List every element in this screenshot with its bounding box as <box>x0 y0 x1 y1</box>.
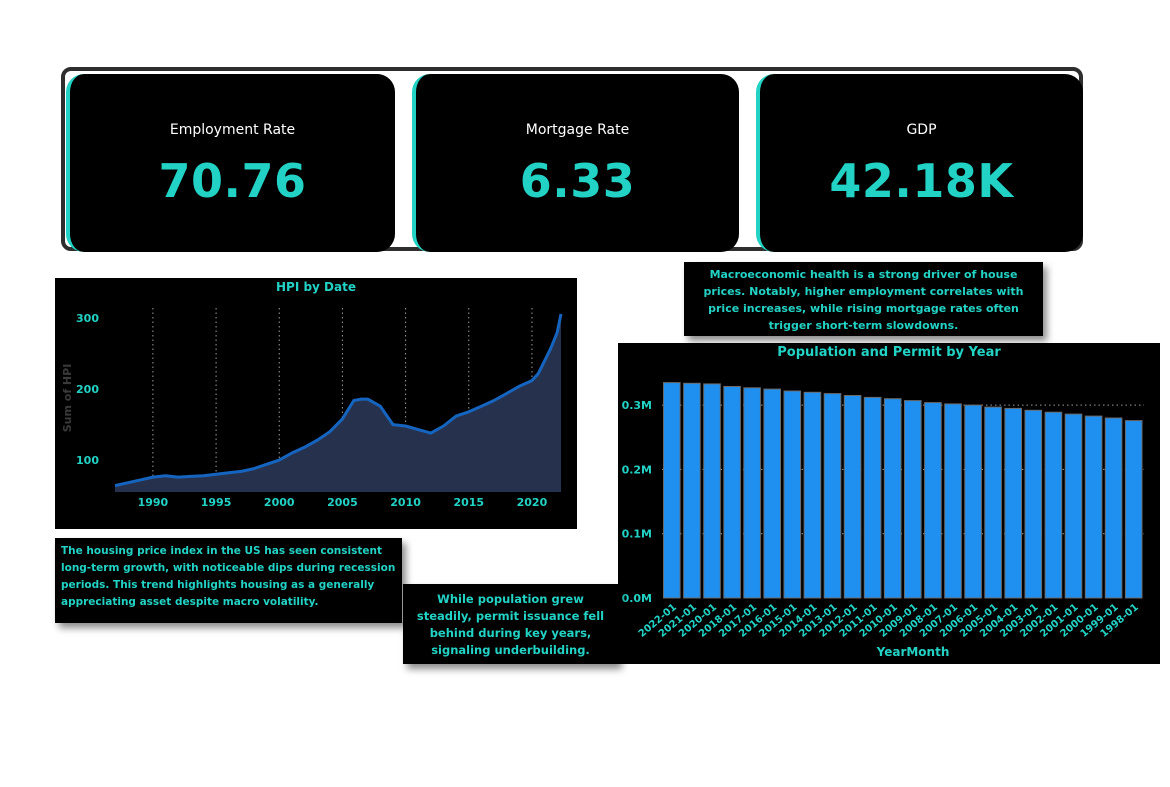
macro-note: Macroeconomic health is a strong driver … <box>684 262 1043 336</box>
y-tick-label: 200 <box>76 383 99 396</box>
y-tick-label: 100 <box>76 454 99 467</box>
x-tick-label: 1995 <box>201 496 232 509</box>
bar <box>763 388 781 599</box>
population-bar-chart: 0.0M0.1M0.2M0.3M2022-012021-012020-01201… <box>622 382 1144 659</box>
hpi-area-chart: 1990 1995 2000 2005 2010 2015 2020 100 200 300 Sum… <box>61 308 563 509</box>
bar <box>783 390 802 599</box>
x-axis-label: YearMonth <box>876 645 950 659</box>
bar <box>703 383 721 599</box>
kpi-card-mortgage-rate[interactable]: Mortgage Rate 6.33 <box>412 74 739 252</box>
kpi-card-employment-rate[interactable]: Employment Rate 70.76 <box>66 74 395 252</box>
y-tick-label: 0.2M <box>622 463 652 476</box>
x-tick-label: 2005 <box>327 496 358 509</box>
hpi-chart-panel[interactable]: HPI by Date 1990 1995 2000 2005 2010 2015 2020… <box>55 278 577 529</box>
bar <box>944 403 962 599</box>
population-permit-chart-panel[interactable]: Population and Permit by Year 0.0M 0.1M 0.… <box>618 343 1160 664</box>
bar <box>723 386 741 599</box>
kpi-card-gdp[interactable]: GDP 42.18K <box>756 74 1083 252</box>
bar <box>1024 409 1043 599</box>
kpi-strip: Employment Rate 70.76 Mortgage Rate 6.33… <box>61 67 1083 252</box>
y-tick-label: 0.0M <box>622 592 652 605</box>
x-tick-label: 2020 <box>517 496 548 509</box>
x-tick-label: 2015 <box>453 496 484 509</box>
bar <box>1104 417 1123 599</box>
bar <box>924 402 942 599</box>
bar <box>863 396 882 599</box>
bar <box>743 387 761 599</box>
kpi-value: 70.76 <box>158 154 307 208</box>
bar <box>663 382 681 599</box>
bar <box>843 395 862 599</box>
hpi-note: The housing price index in the US has se… <box>55 538 402 623</box>
kpi-label: Employment Rate <box>169 122 296 138</box>
population-note: While population grew steadily, permit i… <box>403 584 618 664</box>
bar <box>984 406 1002 599</box>
y-tick-label: 0.3M <box>622 399 652 412</box>
y-tick-label: 0.1M <box>622 528 652 541</box>
kpi-label: Mortgage Rate <box>525 122 630 138</box>
bar <box>904 400 922 599</box>
bar <box>803 391 822 599</box>
bar <box>823 393 842 599</box>
kpi-label: GDP <box>906 122 937 138</box>
y-axis-label: Sum of HPI <box>61 364 74 433</box>
kpi-value: 42.18K <box>829 154 1014 208</box>
bar <box>1004 407 1022 599</box>
x-tick-label: 2010 <box>390 496 421 509</box>
bar <box>1084 415 1103 599</box>
hpi-area <box>115 313 561 492</box>
bar <box>1044 411 1063 599</box>
bar <box>1124 420 1143 599</box>
bar <box>883 398 902 599</box>
kpi-value: 6.33 <box>519 154 636 208</box>
x-tick-label: 2000 <box>264 496 295 509</box>
y-tick-label: 300 <box>76 312 99 325</box>
x-tick-label: 1990 <box>138 496 169 509</box>
bar <box>683 382 701 599</box>
bar <box>1064 413 1083 599</box>
bar <box>964 404 982 599</box>
